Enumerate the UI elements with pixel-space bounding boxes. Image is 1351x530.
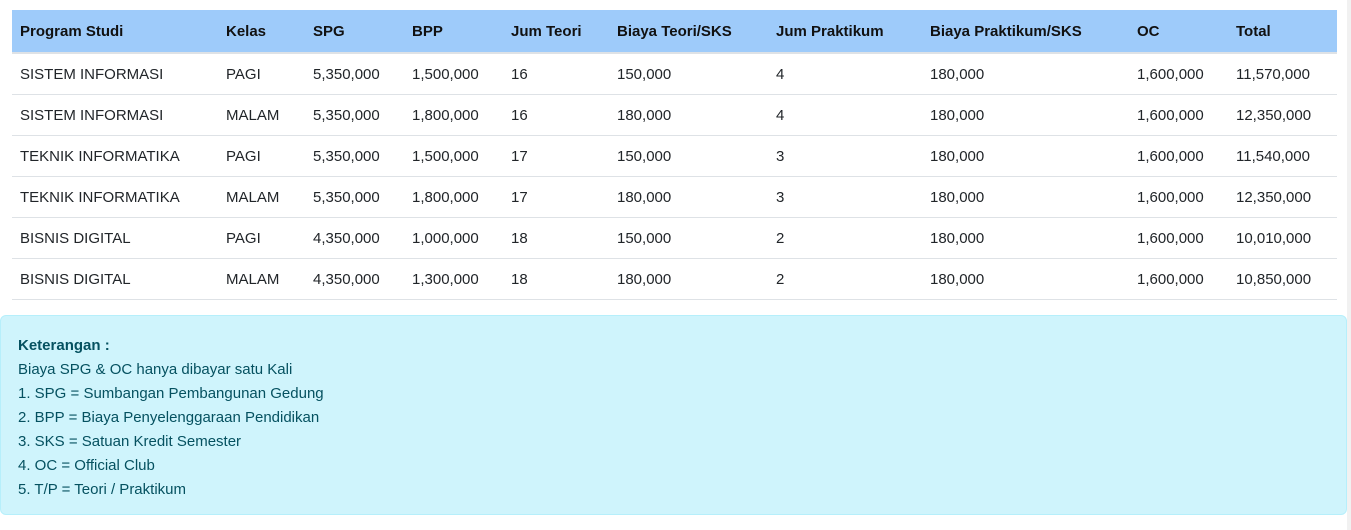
table-cell: TEKNIK INFORMATIKA (12, 135, 218, 177)
table-row: BISNIS DIGITAL PAGI 4,350,000 1,000,000 18 15… (12, 217, 1337, 259)
table-cell: 5,350,000 (305, 135, 404, 177)
table-cell: 180,000 (609, 94, 768, 136)
fee-table-container: Program Studi Kelas SPG BPP Jum Teori Bi… (12, 10, 1337, 300)
column-header: SPG (305, 10, 404, 54)
table-cell: 2 (768, 217, 922, 259)
table-cell: 180,000 (922, 94, 1129, 136)
table-row: SISTEM INFORMASI PAGI 5,350,000 1,500,000 16… (12, 53, 1337, 95)
table-cell: 3 (768, 176, 922, 218)
table-cell: 150,000 (609, 217, 768, 259)
table-cell: 1,600,000 (1129, 53, 1228, 95)
info-alert-line: 5. T/P = Teori / Praktikum (18, 481, 186, 498)
table-cell: 1,800,000 (404, 176, 503, 218)
table-cell: BISNIS DIGITAL (12, 217, 218, 259)
table-cell: 17 (503, 135, 609, 177)
table-cell: 17 (503, 176, 609, 218)
column-header: OC (1129, 10, 1228, 54)
table-cell: 16 (503, 53, 609, 95)
info-alert-line: 3. SKS = Satuan Kredit Semester (18, 433, 242, 450)
table-cell: BISNIS DIGITAL (12, 258, 218, 300)
table-cell: 5,350,000 (305, 53, 404, 95)
table-cell: 1,300,000 (404, 258, 503, 300)
table-cell: PAGI (218, 135, 305, 177)
table-cell: 1,600,000 (1129, 176, 1228, 218)
table-cell: 16 (503, 94, 609, 136)
info-alert-line: 2. BPP = Biaya Penyelenggaraan Pendidika… (18, 409, 320, 426)
table-cell: MALAM (218, 176, 305, 218)
table-cell: 1,600,000 (1129, 94, 1228, 136)
table-cell: 12,350,000 (1228, 176, 1337, 218)
column-header: Biaya Praktikum/SKS (922, 10, 1129, 54)
table-cell: 180,000 (922, 176, 1129, 218)
info-alert-line: 1. SPG = Sumbangan Pembangunan Gedung (18, 385, 324, 402)
table-cell: 1,600,000 (1129, 217, 1228, 259)
table-cell: 3 (768, 135, 922, 177)
table-cell: 1,000,000 (404, 217, 503, 259)
table-cell: 180,000 (609, 176, 768, 218)
table-cell: 1,500,000 (404, 135, 503, 177)
table-cell: 11,570,000 (1228, 53, 1337, 95)
info-alert-line: 4. OC = Official Club (18, 457, 155, 474)
scrollbar[interactable] (1347, 0, 1351, 530)
table-header-row: Program Studi Kelas SPG BPP Jum Teori Bi… (12, 10, 1337, 54)
table-cell: 18 (503, 258, 609, 300)
table-cell: 1,500,000 (404, 53, 503, 95)
table-row: BISNIS DIGITAL MALAM 4,350,000 1,300,000 18 1… (12, 258, 1337, 300)
table-cell: 4 (768, 53, 922, 95)
table-cell: 2 (768, 258, 922, 300)
table-cell: 10,010,000 (1228, 217, 1337, 259)
table-cell: 180,000 (922, 258, 1129, 300)
table-cell: 1,600,000 (1129, 258, 1228, 300)
table-cell: 4 (768, 94, 922, 136)
table-cell: 4,350,000 (305, 217, 404, 259)
table-cell: 1,600,000 (1129, 135, 1228, 177)
column-header: Jum Teori (503, 10, 609, 54)
table-row: TEKNIK INFORMATIKA MALAM 5,350,000 1,800,00… (12, 176, 1337, 218)
table-cell: 12,350,000 (1228, 94, 1337, 136)
table-cell: 4,350,000 (305, 258, 404, 300)
table-cell: 11,540,000 (1228, 135, 1337, 177)
column-header: Total (1228, 10, 1337, 54)
table-row: TEKNIK INFORMATIKA PAGI 5,350,000 1,500,000… (12, 135, 1337, 177)
page: Program Studi Kelas SPG BPP Jum Teori Bi… (0, 0, 1351, 530)
table-cell: 180,000 (922, 217, 1129, 259)
column-header: Program Studi (12, 10, 218, 54)
table-cell: MALAM (218, 258, 305, 300)
table-cell: 5,350,000 (305, 176, 404, 218)
table-cell: SISTEM INFORMASI (12, 53, 218, 95)
info-alert-line: Biaya SPG & OC hanya dibayar satu Kali (18, 361, 293, 378)
table-cell: 150,000 (609, 135, 768, 177)
table-cell: 150,000 (609, 53, 768, 95)
table-cell: 18 (503, 217, 609, 259)
info-alert: Keterangan : Biaya SPG & OC hanya dibaya… (0, 315, 1347, 515)
table-cell: 1,800,000 (404, 94, 503, 136)
column-header: Biaya Teori/SKS (609, 10, 768, 54)
table-body: SISTEM INFORMASI PAGI 5,350,000 1,500,000 16… (12, 53, 1337, 300)
table-cell: 180,000 (922, 53, 1129, 95)
table-row: SISTEM INFORMASI MALAM 5,350,000 1,800,000 1… (12, 94, 1337, 136)
table-cell: SISTEM INFORMASI (12, 94, 218, 136)
table-cell: 180,000 (922, 135, 1129, 177)
table-cell: 180,000 (609, 258, 768, 300)
info-alert-lines: Biaya SPG & OC hanya dibayar satu Kali 1.… (18, 358, 1329, 502)
table-cell: 10,850,000 (1228, 258, 1337, 300)
column-header: BPP (404, 10, 503, 54)
column-header: Kelas (218, 10, 305, 54)
info-alert-title: Keterangan : (18, 337, 110, 354)
table-cell: PAGI (218, 53, 305, 95)
column-header: Jum Praktikum (768, 10, 922, 54)
table-cell: TEKNIK INFORMATIKA (12, 176, 218, 218)
table-cell: PAGI (218, 217, 305, 259)
fee-table: Program Studi Kelas SPG BPP Jum Teori Bi… (12, 10, 1337, 300)
table-cell: 5,350,000 (305, 94, 404, 136)
table-cell: MALAM (218, 94, 305, 136)
